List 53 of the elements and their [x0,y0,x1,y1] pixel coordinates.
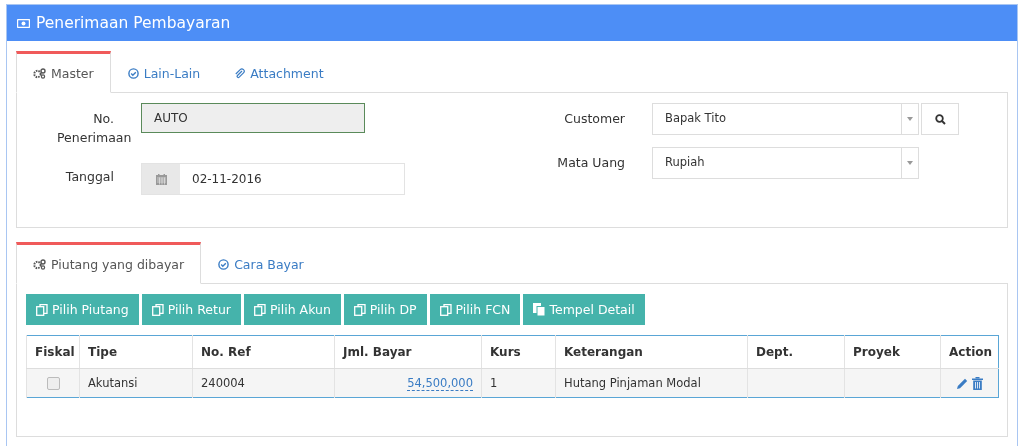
tab[interactable]: Master [16,51,111,93]
column-header: Action [940,335,999,369]
field-label: Tanggal [64,168,115,186]
toolbar-button[interactable]: Pilih FCN [429,294,521,325]
check-circle-icon [218,258,230,270]
column-header: Tipe [79,335,193,369]
trash-icon[interactable] [972,377,983,390]
table-cell: Akutansi [79,368,193,398]
copy-icon [36,303,48,316]
window-title: Penerimaan Pembayaran [36,14,231,32]
tab[interactable]: Attachment [217,51,341,93]
paperclip-icon [234,67,246,79]
tab[interactable]: Lain-Lain [110,51,218,93]
caret-icon [907,161,913,165]
paste-icon [533,303,546,316]
copy-icon [254,303,266,316]
field-label: No. Penerimaan [56,110,133,147]
toolbar-button[interactable]: Pilih Piutang [26,294,139,325]
field-label: Mata Uang [556,154,626,172]
toolbar-button[interactable]: Tempel Detail [523,294,645,325]
input-field[interactable]: AUTO [141,103,365,133]
tab[interactable]: Cara Bayar [201,242,321,284]
gears-icon [33,67,46,79]
select-field[interactable]: Bapak Tito [652,103,919,135]
toolbar-button[interactable]: Pilih DP [343,294,427,325]
gears-icon [33,258,46,270]
table-cell: Hutang Pinjaman Modal [555,368,748,398]
column-header: Kurs [481,335,556,369]
column-header: Fiskal [26,335,80,369]
column-header: No. Ref [192,335,335,369]
field-label: Customer [563,110,626,128]
calendar-icon [155,173,167,185]
date-field[interactable]: 02-11-2016 [141,163,405,195]
pencil-icon[interactable] [956,377,968,390]
toolbar-button[interactable]: Pilih Akun [244,294,341,325]
table-cell: 240004 [192,368,335,398]
column-header: Dept. [747,335,845,369]
search-button[interactable] [921,103,959,135]
copy-icon [439,303,452,316]
toolbar-button[interactable]: Pilih Retur [141,294,241,325]
checkbox[interactable] [46,377,60,390]
search-icon [934,113,946,125]
check-circle-icon [127,67,139,79]
column-header: Jml. Bayar [334,335,482,369]
table-cell: 1 [481,368,556,398]
copy-icon [353,303,366,316]
copy-icon [151,303,164,316]
column-header: Proyek [844,335,941,369]
caret-icon [907,117,913,121]
money-icon [17,18,30,28]
column-header: Keterangan [555,335,748,369]
select-field[interactable]: Rupiah [652,147,919,179]
tab[interactable]: Piutang yang dibayar [16,242,202,284]
